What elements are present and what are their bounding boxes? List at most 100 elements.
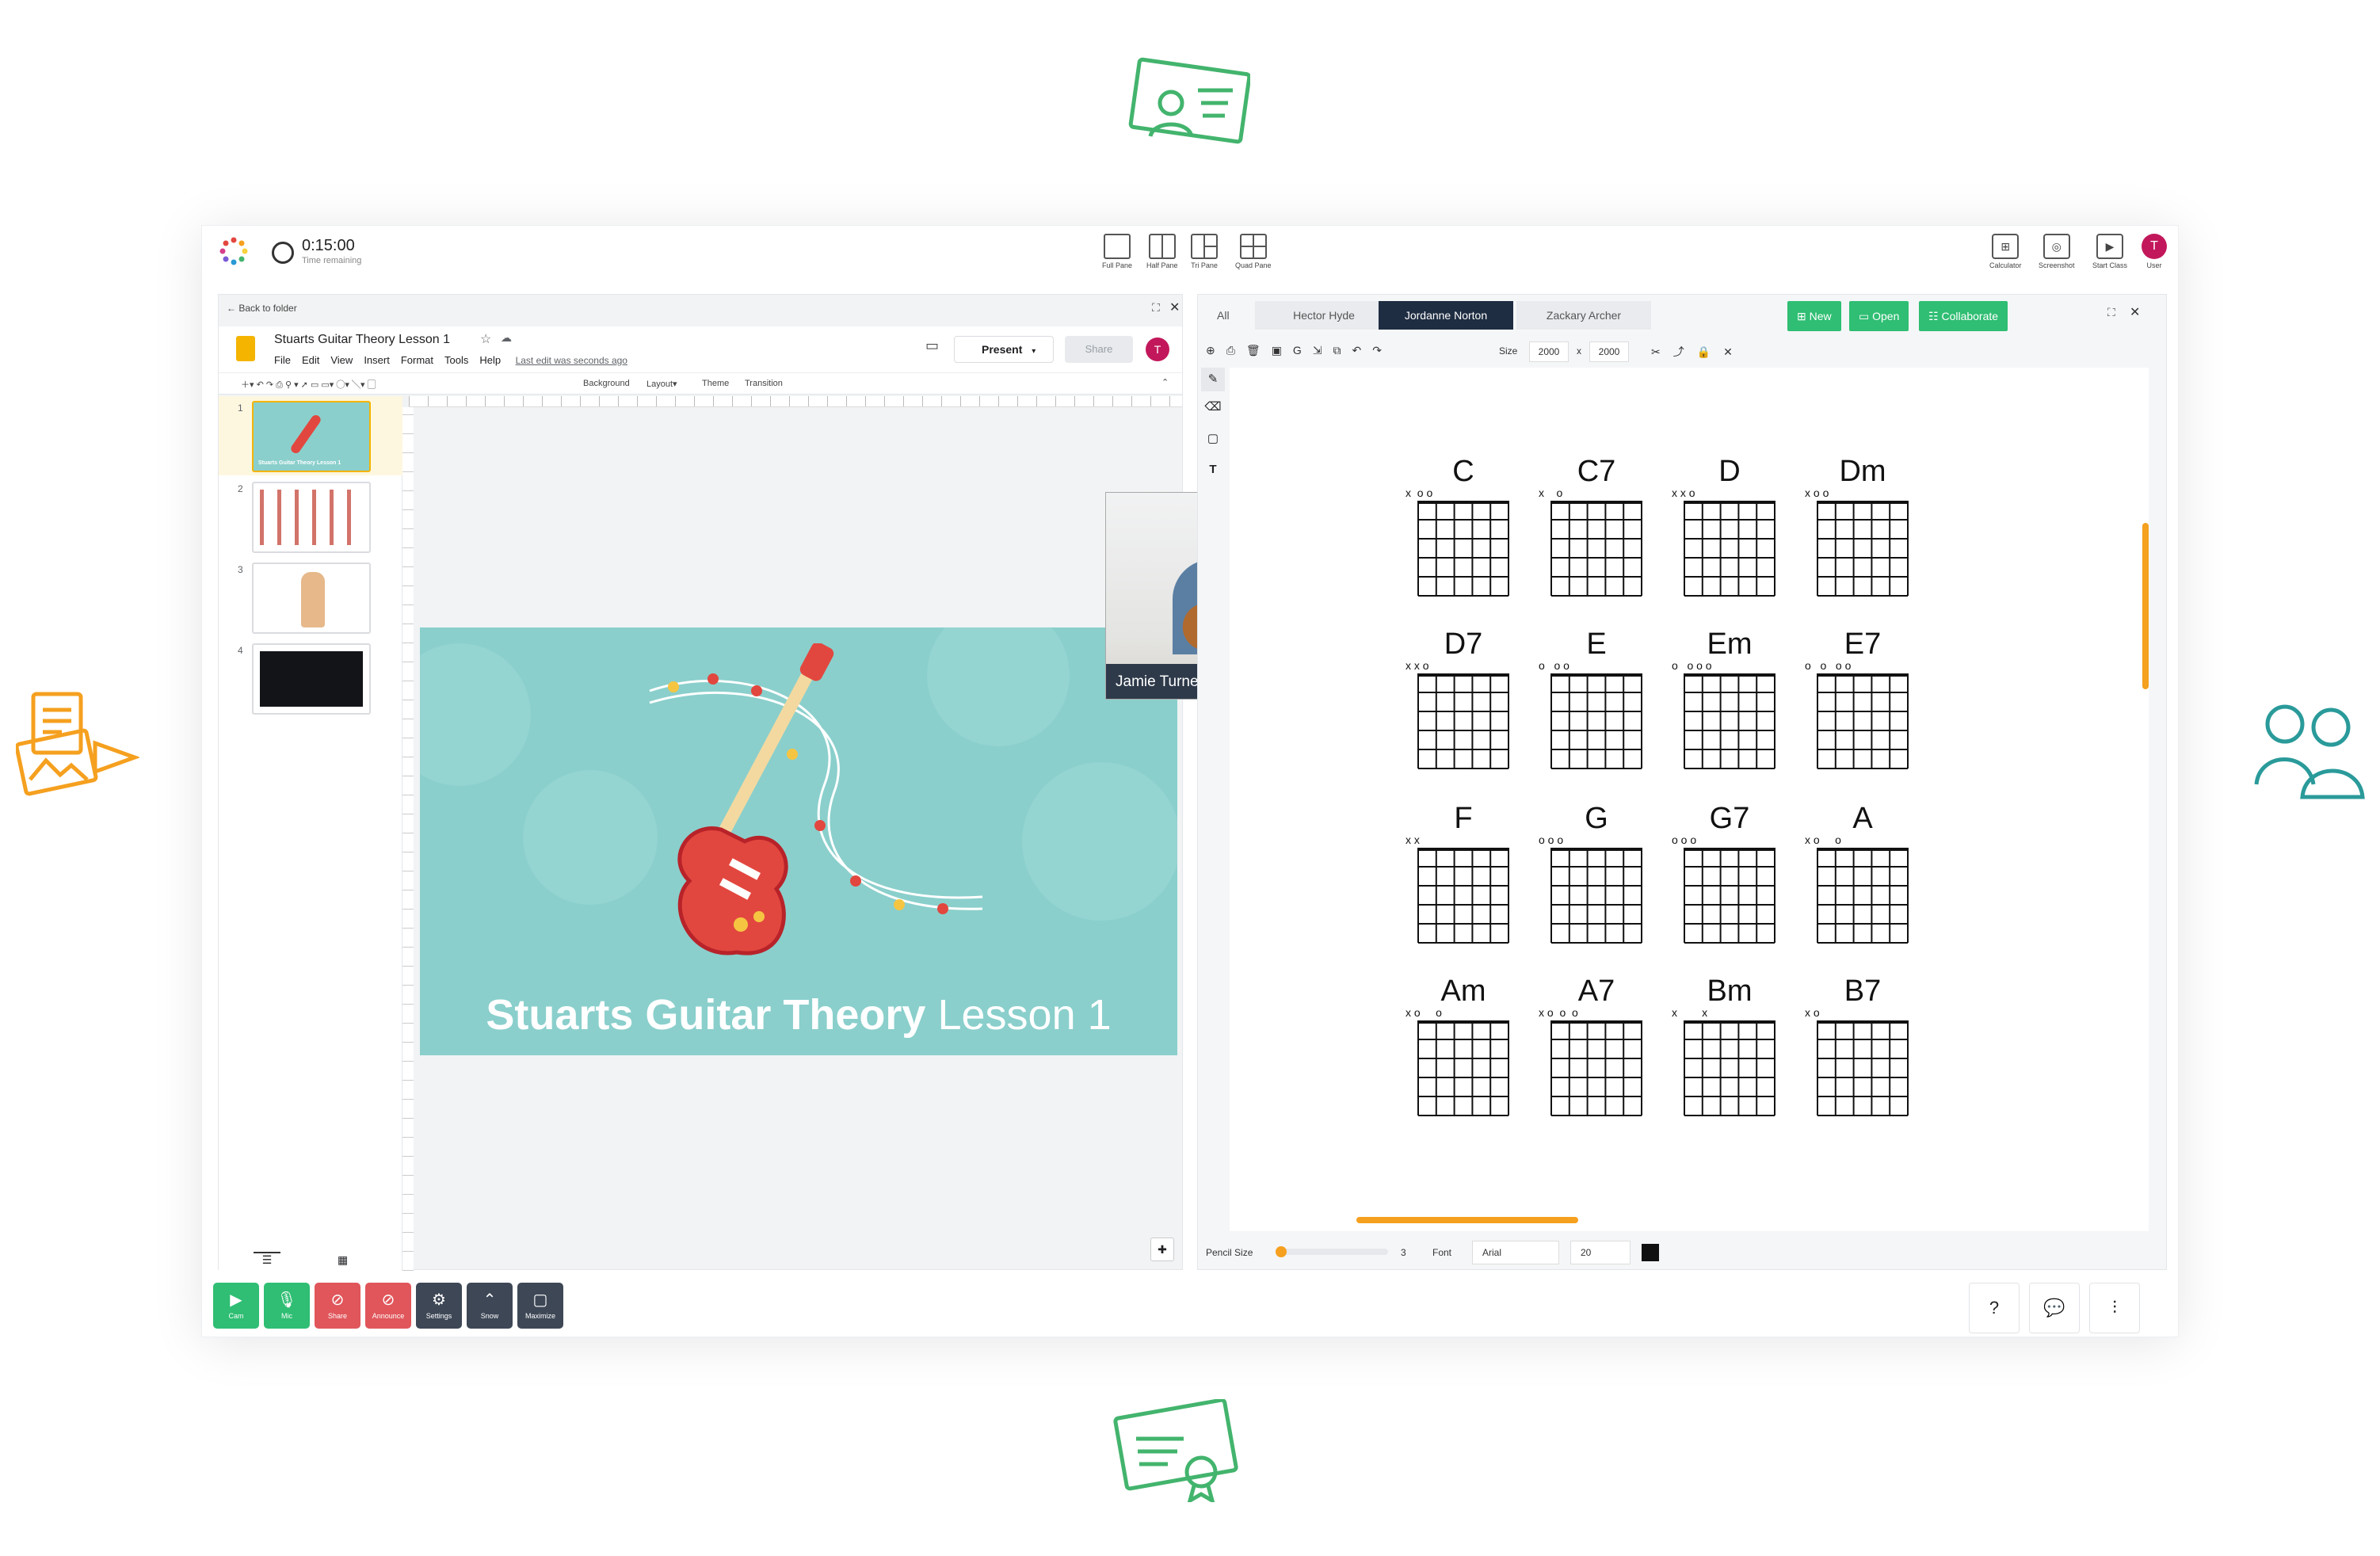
menu-view[interactable]: View: [330, 354, 353, 366]
text-tool-icon[interactable]: T: [1201, 463, 1225, 476]
nut-line: [1551, 1020, 1642, 1024]
timer-icon: [272, 242, 294, 264]
menu-file[interactable]: File: [274, 354, 291, 366]
wb-side-tools: ✎ ⌫ ▢ T: [1198, 368, 1226, 494]
slide-thumb-2[interactable]: [252, 482, 371, 553]
quad-pane-button[interactable]: Quad Pane: [1235, 234, 1272, 269]
last-edit-link[interactable]: Last edit was seconds ago: [516, 355, 627, 366]
screenshot-button[interactable]: ◎ Screenshot: [2039, 234, 2075, 269]
explore-icon[interactable]: ✚: [1150, 1238, 1174, 1261]
width-field[interactable]: 2000: [1529, 341, 1569, 362]
nut-line: [1418, 501, 1508, 504]
wb-expand-icon[interactable]: ⛶: [2107, 306, 2115, 319]
new-slide-icon[interactable]: ＋▾ ↶ ↷ ⎙ ⚲ ▾ ➚ ▭ ▭▾ ◯▾ ╲▾ ▢: [241, 378, 376, 391]
slide-thumb-1[interactable]: Stuarts Guitar Theory Lesson 1: [252, 401, 371, 472]
nut-line: [1817, 1020, 1908, 1024]
present-dropdown-icon: ▾: [1032, 347, 1036, 356]
mic-button[interactable]: 🎙 Mic: [264, 1283, 310, 1329]
slider-knob[interactable]: [1276, 1246, 1287, 1257]
eraser-tool-icon[interactable]: ⌫: [1201, 399, 1225, 414]
cam-button[interactable]: ▶ Cam: [213, 1283, 259, 1329]
pencil-size-slider[interactable]: [1276, 1246, 1388, 1257]
wb-tool-icons[interactable]: ⊕⎙🗑▣G⇲⧉↶↷: [1206, 344, 1393, 357]
menu-edit[interactable]: Edit: [302, 354, 319, 366]
whiteboard-pane: All Hector Hyde Jordanne Norton Zackary …: [1197, 294, 2167, 1270]
slides-user-avatar[interactable]: T: [1146, 338, 1169, 361]
tab-zackary-archer[interactable]: Zackary Archer: [1516, 301, 1651, 330]
collapse-toolbar-icon[interactable]: ⌃: [1161, 377, 1169, 387]
full-pane-button[interactable]: Full Pane: [1102, 234, 1132, 269]
present-button[interactable]: Present ▾: [954, 336, 1054, 363]
chat-button[interactable]: 💬: [2029, 1283, 2080, 1333]
cloud-icon: ☁: [501, 331, 512, 344]
pencil-tool-icon[interactable]: ✎: [1201, 368, 1225, 391]
rectangle-tool-icon[interactable]: ▢: [1201, 431, 1225, 445]
play-icon: ▶: [2096, 234, 2123, 259]
snow-button[interactable]: ⌃ Snow: [467, 1283, 513, 1329]
pane-close-icon[interactable]: ✕: [1169, 299, 1180, 315]
collaborate-button[interactable]: ☷ Collaborate: [1919, 301, 2008, 331]
chord-name: Bm: [1707, 974, 1753, 1008]
font-size-select[interactable]: 20: [1570, 1241, 1631, 1264]
announce-button[interactable]: ⊘ Announce: [365, 1283, 411, 1329]
wb-extra-icons[interactable]: ✂⤴🔒✕: [1651, 344, 1745, 360]
nut-line: [1418, 673, 1508, 677]
chord-name: C: [1452, 455, 1474, 488]
transition-button[interactable]: Transition: [745, 379, 783, 388]
menu-format[interactable]: Format: [401, 354, 433, 366]
whiteboard-canvas[interactable]: Cx o o C7 x oDx x o Dm x o o D7 x x oEo o o Em o…: [1230, 368, 2149, 1231]
half-pane-icon: [1148, 234, 1176, 259]
comments-icon[interactable]: ▭: [925, 338, 939, 354]
star-icon[interactable]: ☆: [480, 331, 491, 347]
settings-button[interactable]: ⚙ Settings: [416, 1283, 462, 1329]
new-button[interactable]: ⊞ New: [1787, 301, 1841, 331]
ink-color-swatch[interactable]: [1642, 1244, 1659, 1261]
vertical-scrollbar[interactable]: [2142, 523, 2149, 689]
menu-help[interactable]: Help: [479, 354, 501, 366]
font-select[interactable]: Arial: [1472, 1241, 1559, 1264]
fretboard-grid: [1684, 1020, 1775, 1116]
user-avatar: T: [2142, 234, 2167, 259]
layout-button[interactable]: Layout▾: [646, 379, 677, 389]
pane-expand-icon[interactable]: ⛶: [1152, 301, 1160, 315]
back-to-folder-link[interactable]: ← Back to folder: [227, 303, 297, 314]
vertical-ruler: [402, 407, 414, 1271]
share-button[interactable]: Share: [1065, 336, 1133, 363]
microphone-icon: 🎙: [277, 1291, 297, 1309]
wb-close-icon[interactable]: ✕: [2130, 304, 2140, 320]
calculator-button[interactable]: ⊞ Calculator: [1989, 234, 2022, 269]
help-button[interactable]: ?: [1969, 1283, 2020, 1333]
guitars-grid-image: [260, 490, 363, 545]
background-button[interactable]: Background: [583, 379, 630, 388]
grid-view-icon[interactable]: ▦: [338, 1253, 348, 1267]
slides-header: Stuarts Guitar Theory Lesson 1 ☆ ☁ File E…: [219, 326, 1182, 372]
tab-hector-hyde[interactable]: Hector Hyde: [1255, 301, 1393, 330]
slide-canvas[interactable]: Stuarts Guitar Theory Lesson 1: [420, 627, 1177, 1055]
fretboard-grid: [1550, 673, 1642, 769]
fretboard-grid: [1417, 673, 1509, 769]
slide-thumb-3[interactable]: [252, 563, 371, 634]
mixer-button[interactable]: ⫶: [2089, 1283, 2140, 1333]
height-field[interactable]: 2000: [1589, 341, 1629, 362]
share-screen-button[interactable]: ⊘ Share: [315, 1283, 360, 1329]
slide-thumb-4[interactable]: [252, 643, 371, 715]
menu-tools[interactable]: Tools: [444, 354, 468, 366]
doc-title[interactable]: Stuarts Guitar Theory Lesson 1: [274, 333, 450, 347]
award-certificate-icon: [1112, 1399, 1239, 1502]
tri-pane-button[interactable]: Tri Pane: [1191, 234, 1218, 269]
tab-all[interactable]: All: [1201, 301, 1245, 330]
camera-icon: ◎: [2042, 234, 2070, 259]
start-class-button[interactable]: ▶ Start Class: [2092, 234, 2127, 269]
chord-em: Em o o o o: [1670, 627, 1789, 786]
user-button[interactable]: T User: [2142, 234, 2167, 269]
half-pane-button[interactable]: Half Pane: [1146, 234, 1178, 269]
menu-insert[interactable]: Insert: [364, 354, 390, 366]
horizontal-scrollbar[interactable]: [1356, 1217, 1578, 1223]
nut-line: [1684, 501, 1775, 504]
filmstrip-view-icon[interactable]: ☰: [254, 1252, 280, 1267]
theme-button[interactable]: Theme: [702, 379, 729, 388]
nut-line: [1418, 848, 1508, 851]
tab-jordanne-norton[interactable]: Jordanne Norton: [1379, 301, 1513, 330]
maximize-button[interactable]: ▢ Maximize: [517, 1283, 563, 1329]
open-button[interactable]: ▭ Open: [1849, 301, 1909, 331]
